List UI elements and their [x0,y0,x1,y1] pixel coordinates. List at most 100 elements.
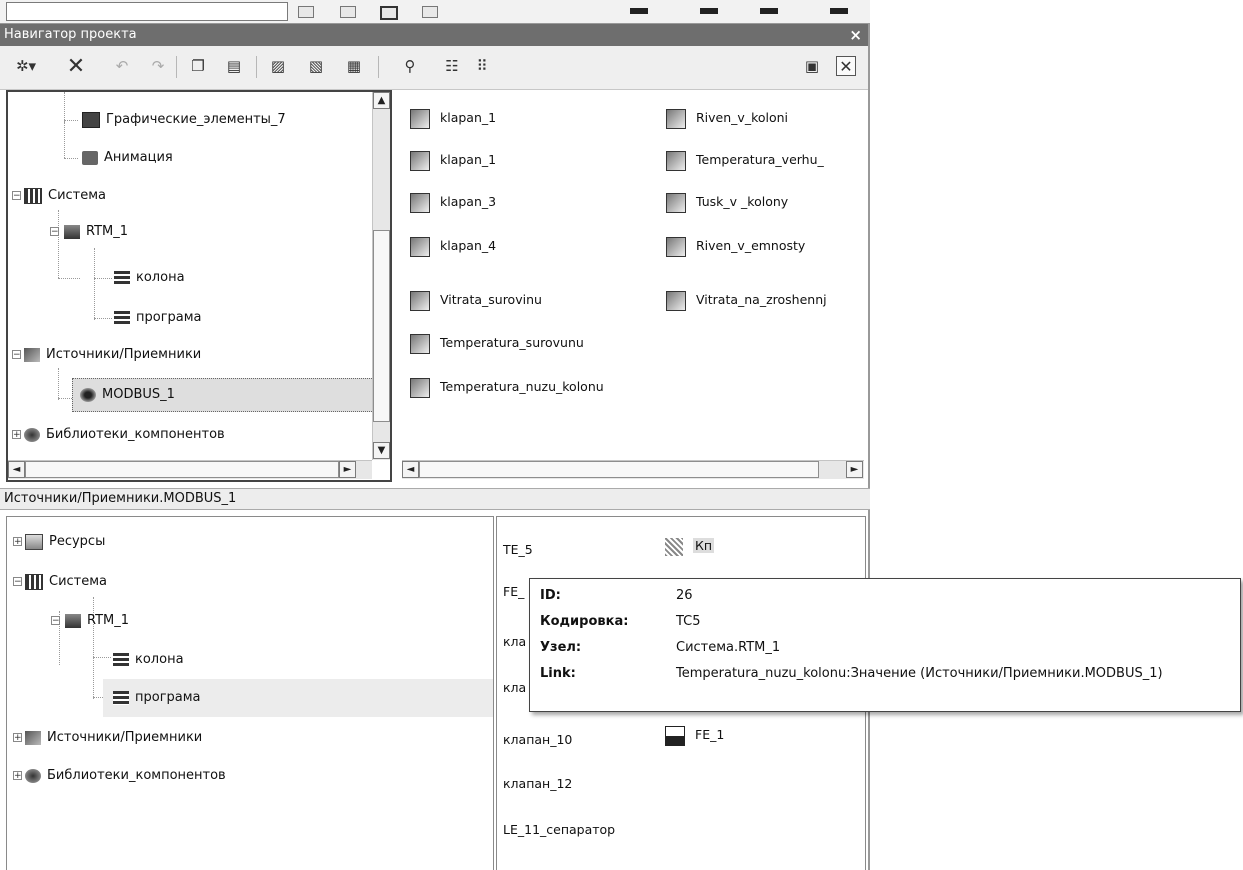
tree-item-label: MODBUS_1 [102,387,175,402]
outer-tool-icon[interactable] [298,6,314,18]
properties-icon[interactable]: ▦ [342,54,366,78]
variable-icon [666,108,686,129]
tree-item-sources[interactable]: Источники/Приемники [25,727,202,749]
path-bar: Источники/Приемники.MODBUS_1 [0,488,870,510]
list-item[interactable]: Temperatura_nuzu_kolonu [410,376,604,398]
list-item-label: Tusk_v _kolony [696,194,789,209]
list-item[interactable]: клапан_10 [503,729,572,751]
paste-icon[interactable]: ▤ [222,54,246,78]
tree-item-kolona[interactable]: колона [113,649,184,671]
tree-item-rtm1[interactable]: RTM_1 [64,221,128,243]
list-item[interactable]: klapan_1 [410,149,496,171]
tree-item-modbus1[interactable]: MODBUS_1 [80,384,175,406]
scroll-right-icon[interactable]: ► [846,461,863,478]
tree-item-libraries[interactable]: Библиотеки_компонентов [25,765,226,787]
scroll-right-icon[interactable]: ► [339,461,356,478]
list-item[interactable]: кла [503,677,526,699]
tree-item-programa[interactable]: програма [113,687,201,709]
list-item[interactable]: klapan_4 [410,235,496,257]
outer-tool-icon[interactable] [340,6,356,18]
scroll-left-icon[interactable]: ◄ [8,461,25,478]
tree-horizontal-scrollbar[interactable]: ◄ ► [8,460,372,479]
tree-item-label: RTM_1 [87,613,130,628]
scroll-thumb[interactable] [419,461,819,478]
list-item[interactable]: Vitrata_surovinu [410,289,542,311]
cut-icon[interactable]: ▨ [266,54,290,78]
list-item[interactable]: TE_5 [503,539,533,561]
list-item[interactable]: клапан_12 [503,773,572,795]
collapse-icon[interactable]: − [51,616,60,626]
top-list-pane: klapan_1 klapan_1 klapan_3 klapan_4 Vitr… [400,90,866,482]
tree-item-animation[interactable]: Анимация [82,147,173,169]
list-item-label: Vitrata_surovinu [440,292,542,307]
navigator-toolbar: ✲▾ ✕ ↶ ↷ ❐ ▤ ▨ ▧ ▦ ⚲ ☷ ⠿ ▣ ✕ [0,46,870,90]
tree-vertical-scrollbar[interactable]: ▲ ▼ [372,92,390,460]
tree-item-programa[interactable]: програма [114,307,202,329]
list-horizontal-scrollbar[interactable]: ◄ ► [402,460,864,479]
close-icon[interactable]: × [849,24,862,46]
new-item-icon[interactable]: ✲▾ [14,54,38,78]
expand-icon[interactable]: + [13,537,22,547]
list-item[interactable]: klapan_3 [410,191,496,213]
outer-tool-icon[interactable] [630,8,648,14]
list-item[interactable]: Vitrata_na_zroshennj [666,289,827,311]
tree-item-system[interactable]: Система [24,185,106,207]
tooltip-key: ID: [540,588,561,603]
collapse-icon[interactable]: − [12,350,21,360]
list-item-label: Vitrata_na_zroshennj [696,292,827,307]
tooltip-value: Temperatura_nuzu_kolonu:Значение (Источн… [676,666,1163,681]
list-item[interactable]: FE_1 [665,724,724,746]
tree-item-rtm1[interactable]: RTM_1 [65,610,129,632]
tree-item-kolona[interactable]: колона [114,267,185,289]
list-item[interactable]: Temperatura_verhu_ [666,149,824,171]
find-icon[interactable]: ⚲ [398,54,422,78]
scroll-left-icon[interactable]: ◄ [402,461,419,478]
list-item[interactable]: LE_11_сепаратор [503,819,615,841]
tree-item-label: Источники/Приемники [47,730,203,745]
expand-icon[interactable]: + [12,430,21,440]
undo-icon[interactable]: ↶ [110,54,134,78]
paste-special-icon[interactable]: ▧ [304,54,328,78]
tree-item-resources[interactable]: Ресурсы [25,531,105,553]
collapse-icon[interactable]: − [13,577,22,587]
tooltip-row-link: Link: Temperatura_nuzu_kolonu:Значение (… [540,661,1230,687]
delete-icon[interactable]: ✕ [64,54,88,79]
outer-tool-icon[interactable] [760,8,778,14]
scroll-down-icon[interactable]: ▼ [373,442,390,459]
close-panel-icon[interactable]: ✕ [836,56,856,76]
list-item[interactable]: FE_ [503,581,524,603]
redo-icon[interactable]: ↷ [146,54,170,78]
tree-item-sources[interactable]: Источники/Приемники [24,344,201,366]
list-item[interactable]: Кп [665,535,715,557]
sources-icon [25,730,41,745]
tree-item-graphics[interactable]: Графические_элементы_7 [82,109,286,131]
tree-item-system[interactable]: Система [25,571,107,593]
expand-icon[interactable]: + [13,733,22,743]
list-item[interactable]: klapan_1 [410,107,496,129]
outer-tool-icon[interactable] [830,8,848,14]
outer-input-field[interactable] [6,2,288,21]
variable-icon [410,108,430,129]
outer-tool-icon[interactable] [380,6,398,20]
outer-tool-icon[interactable] [422,6,438,18]
list-view-icon[interactable]: ⠿ [470,54,494,78]
collapse-icon[interactable]: − [50,227,59,237]
scroll-up-icon[interactable]: ▲ [373,92,390,109]
panel-settings-icon[interactable]: ▣ [800,54,824,78]
list-item[interactable]: Tusk_v _kolony [666,191,788,213]
sources-icon [24,347,40,362]
collapse-icon[interactable]: − [12,191,21,201]
copy-icon[interactable]: ❐ [186,54,210,78]
list-item[interactable]: Riven_v_koloni [666,107,788,129]
scroll-thumb[interactable] [25,461,339,478]
scroll-thumb[interactable] [373,230,390,422]
tree-view-icon[interactable]: ☷ [440,54,464,78]
list-item-label: klapan_4 [440,238,497,253]
list-item-label: FE_1 [695,727,725,742]
list-item[interactable]: Temperatura_surovunu [410,332,584,354]
expand-icon[interactable]: + [13,771,22,781]
list-item[interactable]: Riven_v_emnosty [666,235,805,257]
list-item[interactable]: кла [503,631,526,653]
tree-item-libraries[interactable]: Библиотеки_компонентов [24,424,225,446]
outer-tool-icon[interactable] [700,8,718,14]
